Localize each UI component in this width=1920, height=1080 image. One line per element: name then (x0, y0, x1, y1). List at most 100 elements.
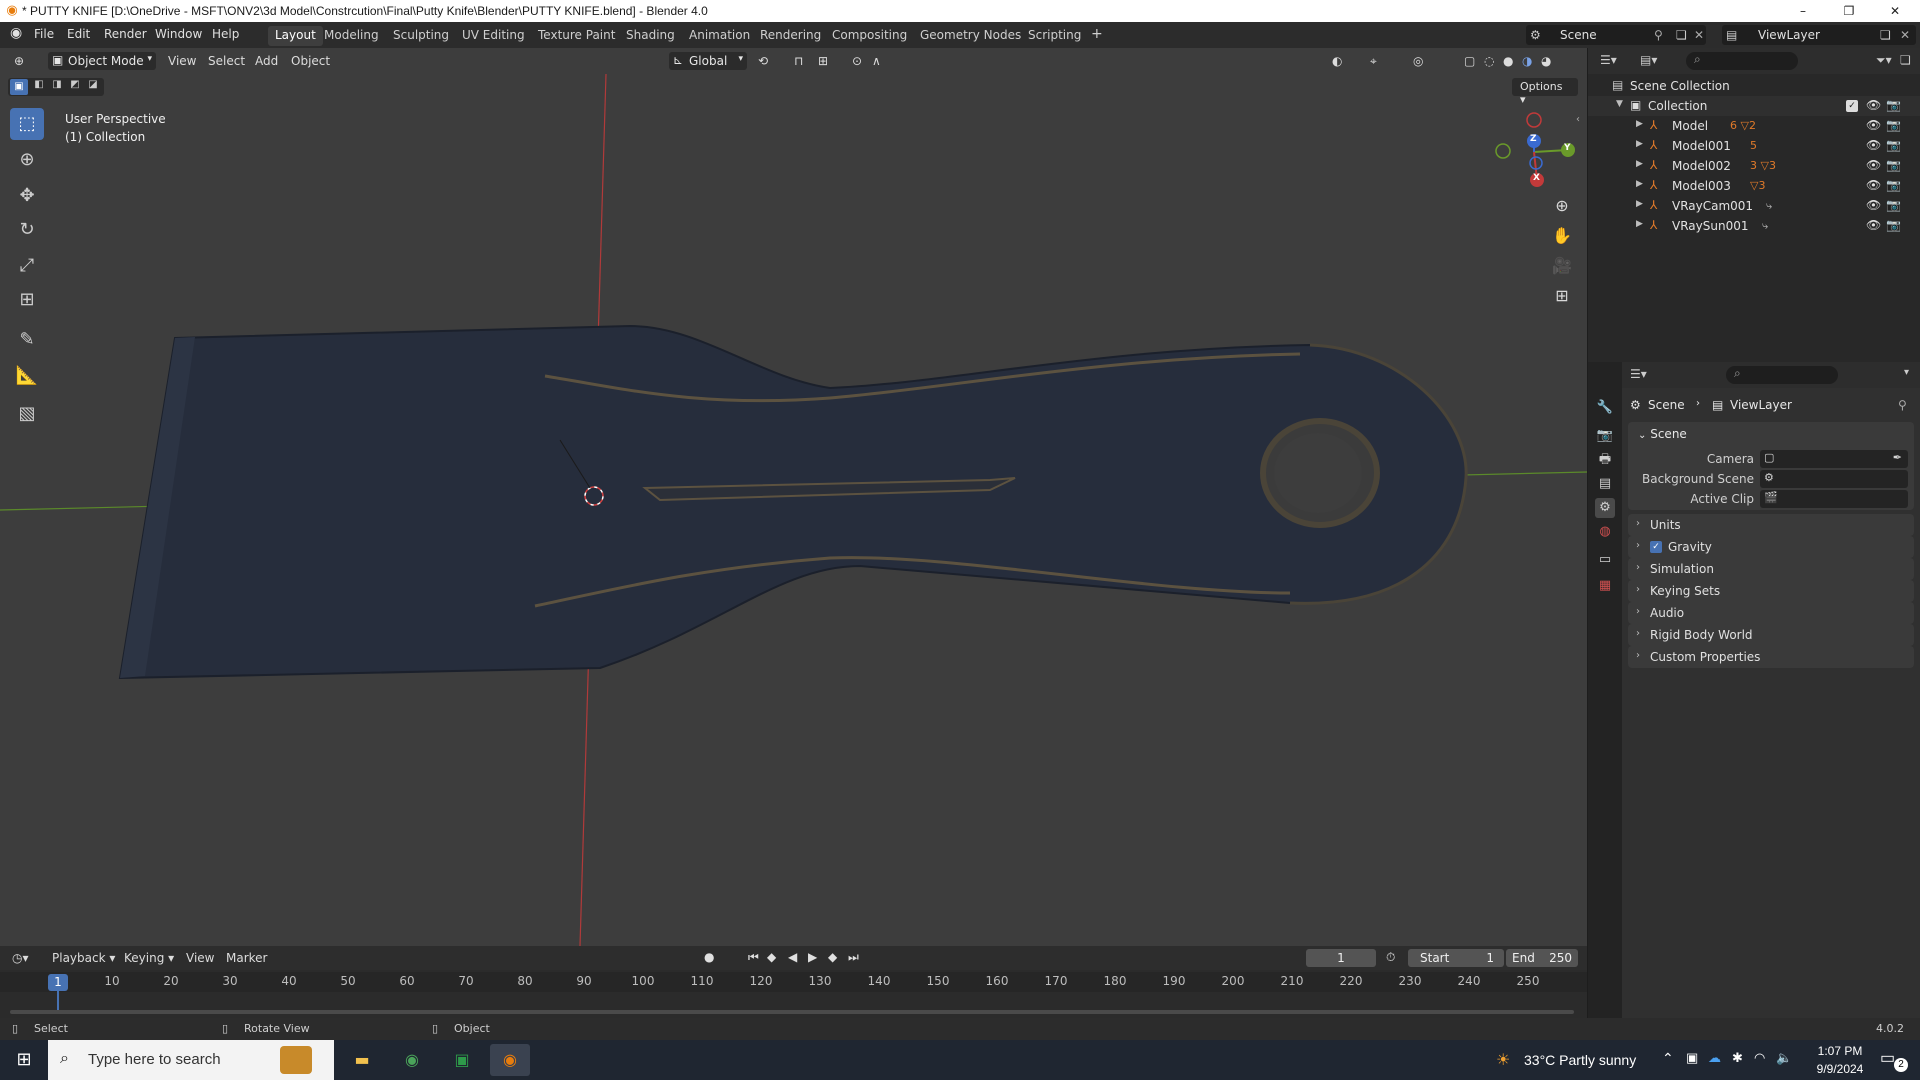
active-clip-field[interactable]: 🎬 (1760, 490, 1908, 508)
options-dropdown[interactable]: Options ▾ (1512, 78, 1578, 106)
bluetooth-icon[interactable]: ✱ (1732, 1050, 1743, 1066)
outliner-item[interactable]: ▶ ⅄ VRayCam001 ⤷ 👁 📷 (1588, 196, 1920, 216)
transform-tool[interactable]: ⊞ (10, 284, 44, 316)
workspace-tab-compositing[interactable]: Compositing (825, 26, 914, 46)
display-mode-icon[interactable]: ▤▾ (1640, 53, 1657, 67)
timeline-scrollbar[interactable] (10, 1010, 1574, 1014)
workspace-tab-sculpting[interactable]: Sculpting (386, 26, 456, 46)
units-panel[interactable]: › Units (1628, 514, 1914, 536)
workspace-tab-modeling[interactable]: Modeling (317, 26, 386, 46)
camera-icon[interactable]: 📷 (1886, 118, 1901, 132)
workspace-tab-shading[interactable]: Shading (619, 26, 682, 46)
rigid-body-world-panel[interactable]: › Rigid Body World (1628, 624, 1914, 646)
texture-tab-icon[interactable]: ▦ (1595, 576, 1615, 596)
chrome-icon[interactable]: ◉ (392, 1044, 432, 1076)
minimize-button[interactable]: – (1780, 0, 1826, 22)
viewport-menu-view[interactable]: View (168, 54, 196, 68)
rotate-tool[interactable]: ↻ (10, 214, 44, 246)
maximize-button[interactable]: ❐ (1826, 0, 1872, 22)
menu-render[interactable]: Render (104, 27, 147, 41)
snap-target-icon[interactable]: ⊞ (818, 54, 828, 68)
add-cube-tool[interactable]: ▧ (10, 398, 44, 430)
timeline-menu-playback[interactable]: Playback ▾ (52, 951, 115, 965)
select-extend-icon[interactable]: ◧ (30, 79, 48, 90)
selection-mode-group[interactable]: ▣ ◧ ◨ ◩ ◪ (8, 78, 104, 96)
material-preview-shading-icon[interactable]: ◑ (1522, 54, 1532, 68)
weather-icon[interactable]: ☀ (1496, 1050, 1510, 1070)
eye-icon[interactable]: 👁 (1866, 138, 1881, 152)
wifi-icon[interactable]: ◠ (1754, 1050, 1765, 1066)
viewport-gizmos-icon[interactable]: ⌖ (1370, 54, 1377, 69)
camera-icon[interactable]: 📷 (1886, 98, 1901, 112)
audio-panel[interactable]: › Audio (1628, 602, 1914, 624)
cursor-tool[interactable]: ⊕ (10, 144, 44, 176)
notification-icon[interactable]: ▭ (1880, 1048, 1895, 1068)
pivot-point-icon[interactable]: ⟲ (758, 54, 768, 68)
timeline-menu-view[interactable]: View (186, 951, 214, 965)
camera-icon[interactable]: 📷 (1886, 178, 1901, 192)
blender-menu-icon[interactable]: ◉ (10, 25, 22, 41)
gravity-panel[interactable]: › ✓ Gravity (1628, 536, 1914, 558)
object-visibility-icon[interactable]: ◐ (1332, 54, 1342, 68)
select-box-tool[interactable]: ⬚ (10, 108, 44, 140)
keying-sets-panel[interactable]: › Keying Sets (1628, 580, 1914, 602)
gizmo-x-label[interactable]: X (1533, 173, 1540, 183)
expand-arrow-icon[interactable]: ▶ (1636, 199, 1643, 209)
viewlayer-selector[interactable]: ▤ ViewLayer ❏ ✕ (1722, 25, 1916, 45)
collection-checkbox[interactable]: ✓ (1846, 100, 1858, 112)
clock-date[interactable]: 9/9/2024 (1810, 1062, 1870, 1076)
file-explorer-icon[interactable]: ▬ (342, 1044, 382, 1076)
eye-icon[interactable]: 👁 (1866, 158, 1881, 172)
render-tab-icon[interactable]: 📷 (1595, 426, 1615, 446)
wireframe-shading-icon[interactable]: ◌ (1484, 54, 1494, 68)
gravity-checkbox[interactable]: ✓ (1650, 541, 1662, 553)
editor-type-icon[interactable]: ⊕ (14, 54, 24, 68)
menu-window[interactable]: Window (155, 27, 202, 41)
pan-view-button[interactable]: ✋ (1548, 222, 1576, 250)
play-reverse-icon[interactable]: ◀ (788, 950, 797, 964)
workspace-tab-uv-editing[interactable]: UV Editing (455, 26, 532, 46)
expand-arrow-icon[interactable]: ▶ (1636, 139, 1643, 149)
rendered-shading-icon[interactable]: ◕ (1541, 54, 1551, 68)
record-icon[interactable]: ● (704, 950, 714, 964)
gizmo-y-label[interactable]: Y (1564, 143, 1571, 153)
camera-icon[interactable]: 📷 (1886, 218, 1901, 232)
collapse-arrow-icon[interactable]: ▼ (1616, 99, 1623, 109)
outliner-scene-collection[interactable]: ▤ Scene Collection (1588, 76, 1920, 96)
scene-panel-title[interactable]: ⌄ Scene (1638, 427, 1687, 441)
toggle-ortho-button[interactable]: ⊞ (1548, 282, 1576, 310)
tool-tab-icon[interactable]: 🔧 (1595, 398, 1615, 418)
close-button[interactable]: ✕ (1872, 0, 1918, 22)
zoom-view-button[interactable]: ⊕ (1548, 192, 1576, 220)
proportional-falloff-icon[interactable]: ∧ (872, 54, 881, 68)
eyedropper-icon[interactable]: ✒ (1893, 451, 1902, 464)
timeline-menu-marker[interactable]: Marker (226, 951, 267, 965)
jump-end-icon[interactable]: ⏭ (848, 950, 859, 965)
pin-icon[interactable]: ⚲ (1898, 398, 1907, 412)
simulation-panel[interactable]: › Simulation (1628, 558, 1914, 580)
view-layer-tab-icon[interactable]: ▤ (1595, 474, 1615, 494)
eye-icon[interactable]: 👁 (1866, 98, 1881, 112)
expand-arrow-icon[interactable]: ▶ (1636, 159, 1643, 169)
scale-tool[interactable]: ⤢ (10, 250, 44, 282)
blender-taskbar-icon[interactable]: ◉ (490, 1044, 530, 1076)
snap-icon[interactable]: ⊓ (794, 54, 803, 68)
proportional-editing-icon[interactable]: ⊙ (852, 54, 862, 68)
remove-scene-icon[interactable]: ✕ (1694, 28, 1704, 42)
camera-view-button[interactable]: 🎥 (1548, 252, 1576, 280)
start-frame-field[interactable]: Start 1 (1408, 949, 1504, 967)
timeline-ruler[interactable]: 10 20 30 40 50 60 70 80 90 100 110 120 1… (0, 972, 1587, 992)
volume-icon[interactable]: 🔈 (1776, 1050, 1792, 1066)
expand-arrow-icon[interactable]: ▶ (1636, 179, 1643, 189)
jump-start-icon[interactable]: ⏮ (748, 950, 759, 965)
briefcase-icon[interactable] (280, 1046, 312, 1074)
new-scene-icon[interactable]: ❏ (1676, 28, 1687, 42)
add-workspace-button[interactable]: + (1091, 26, 1103, 42)
onedrive-icon[interactable]: ☁ (1708, 1050, 1721, 1066)
background-scene-field[interactable]: ⚙ (1760, 470, 1908, 488)
scene-tab-icon[interactable]: ⚙ (1595, 498, 1615, 518)
camera-field[interactable]: ▢ ✒ (1760, 450, 1908, 468)
expand-arrow-icon[interactable]: ▶ (1636, 119, 1643, 129)
overlays-icon[interactable]: ◎ (1413, 54, 1423, 68)
scene-selector[interactable]: ⚙ Scene ⚲ ❏ ✕ (1526, 25, 1706, 45)
